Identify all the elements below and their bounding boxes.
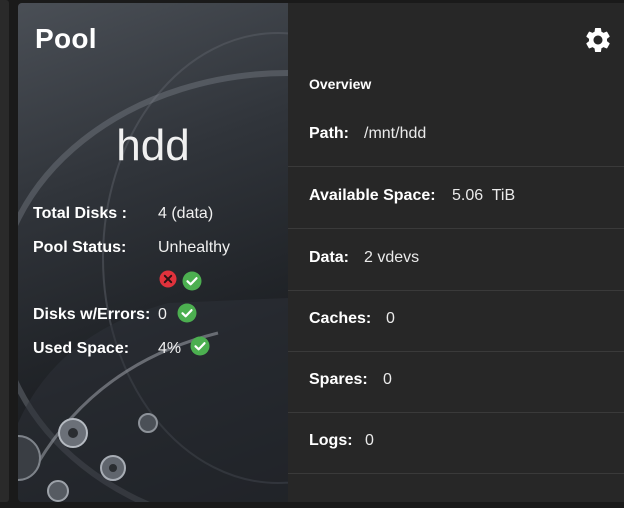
data-value: 2 vdevs <box>364 249 420 266</box>
overview-row-logs: Logs: 0 <box>288 412 624 474</box>
used-space-value: 4% <box>158 340 182 357</box>
overview-heading: Overview <box>309 76 372 92</box>
logs-value: 0 <box>365 432 374 449</box>
logs-label: Logs: <box>309 432 353 449</box>
available-space-value: 5.06 TiB <box>452 187 516 204</box>
gear-icon[interactable] <box>583 25 613 55</box>
pool-status-value: Unhealthy <box>158 239 231 256</box>
total-disks-value: 4 (data) <box>158 205 214 222</box>
check-circle-icon <box>177 303 197 323</box>
overview-row-spares: Spares: 0 <box>288 351 624 413</box>
error-circle-icon <box>159 270 177 288</box>
disks-errors-value: 0 <box>158 306 167 323</box>
disks-errors-label: Disks w/Errors: <box>33 306 151 323</box>
overview-row-path: Path: /mnt/hdd <box>288 105 624 167</box>
pool-card: Pool hdd Total Disks : 4 (data) Pool Sta… <box>18 3 624 502</box>
overview-row-caches: Caches: 0 <box>288 290 624 352</box>
card-title: Pool <box>35 23 97 54</box>
check-circle-icon <box>190 336 210 356</box>
adjacent-card-edge <box>0 0 9 502</box>
pool-status-label: Pool Status: <box>33 239 127 256</box>
path-value: /mnt/hdd <box>364 125 427 142</box>
pool-name: hdd <box>116 121 190 170</box>
caches-label: Caches: <box>309 310 372 327</box>
available-space-label: Available Space: <box>309 187 436 204</box>
data-label: Data: <box>309 249 350 266</box>
spares-value: 0 <box>383 371 392 388</box>
used-space-label: Used Space: <box>33 340 130 357</box>
overview-row-available-space: Available Space: 5.06 TiB <box>288 167 624 229</box>
path-label: Path: <box>309 125 349 142</box>
overview-panel: Overview Path: /mnt/hdd Available Space:… <box>288 3 624 502</box>
pool-summary-panel: Pool hdd Total Disks : 4 (data) Pool Sta… <box>18 3 288 502</box>
total-disks-label: Total Disks : <box>33 205 127 222</box>
overview-row-data: Data: 2 vdevs <box>288 229 624 291</box>
check-circle-icon <box>182 271 202 291</box>
spares-label: Spares: <box>309 371 368 388</box>
caches-value: 0 <box>386 310 395 327</box>
